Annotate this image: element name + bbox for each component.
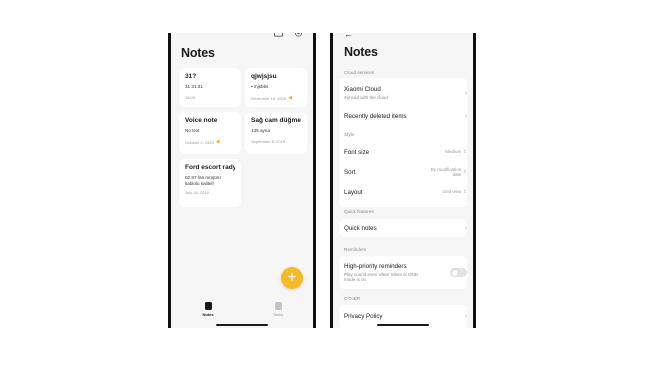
quick-notes-row[interactable]: Quick notes ›: [344, 222, 467, 234]
note-date-text: October 2, 2020: [185, 139, 214, 145]
note-date-text: December 19, 2020: [251, 95, 287, 101]
row-title: Privacy Policy: [344, 312, 383, 320]
tab-label: Tasks: [272, 312, 284, 317]
note-date: September 6, 2019: [251, 139, 301, 144]
bottom-tab-bar: Notes Tasks: [171, 302, 313, 322]
note-title: Voice note: [185, 117, 218, 124]
note-card[interactable]: Ford escort rady… 92 87 fan müşürü kablo…: [179, 159, 241, 207]
tab-notes[interactable]: Notes: [193, 302, 223, 317]
note-body: • mjsbbs: [251, 84, 269, 89]
tasks-tab-icon: [274, 302, 282, 310]
section-label-other: OTHER: [344, 296, 361, 301]
section-label-style: Style: [344, 132, 355, 137]
value-text: Grid view: [442, 189, 462, 195]
note-date: October 2, 2020 ◀: [185, 139, 235, 145]
top-action-icons: [274, 33, 303, 37]
note-body: 31 31 31: [185, 84, 203, 89]
row-title: Xiaomi Cloud: [344, 85, 381, 93]
row-title: High-priority reminders: [344, 262, 407, 270]
tab-tasks[interactable]: Tasks: [263, 302, 293, 317]
note-title: qjwjsjsu: [251, 73, 277, 80]
recently-deleted-row[interactable]: Recently deleted items ›: [344, 110, 467, 122]
high-priority-toggle[interactable]: [450, 268, 467, 277]
updown-arrow-icon: ⇕: [463, 189, 467, 195]
home-indicator: [377, 324, 429, 326]
note-title: 31?: [185, 73, 197, 80]
font-size-row[interactable]: Font size Medium ⇕: [344, 146, 467, 158]
settings-screen: ← Notes Cloud services Xiaomi Cloud Sync…: [330, 33, 476, 328]
chevron-right-icon: ›: [464, 89, 467, 97]
sort-row[interactable]: Sort By modification date ⇕: [344, 164, 467, 180]
value-text: Medium: [445, 149, 462, 155]
note-title: Sağ cam düğme…: [251, 117, 301, 124]
chevron-right-icon: ›: [464, 312, 467, 320]
note-card[interactable]: Sağ cam düğme… 135 ayna September 6, 201…: [245, 112, 307, 154]
section-label-quick: Quick features: [344, 209, 374, 214]
section-label-reminders: Reminders: [344, 247, 367, 252]
note-date-text: September 6, 2019: [251, 139, 286, 144]
layout-row[interactable]: Layout Grid view ⇕: [344, 186, 467, 198]
row-title: Quick notes: [344, 224, 377, 232]
note-date-text: 15:05: [185, 95, 196, 100]
toggle-knob: [451, 269, 458, 276]
note-date: December 19, 2020 ◀: [251, 95, 301, 101]
notes-list-screen: Notes 31? 31 31 31 15:05 Voice note No t…: [168, 33, 316, 328]
row-subtitle: mode is on: [344, 277, 367, 282]
sort-value: By modification date ⇕: [431, 167, 467, 178]
section-label-cloud: Cloud services: [344, 70, 375, 75]
updown-arrow-icon: ⇕: [463, 149, 467, 155]
note-date: 15:05: [185, 95, 235, 100]
row-title: Sort: [344, 168, 356, 176]
note-body: 135 ayna: [251, 128, 270, 133]
note-date-text: July 16, 2019: [185, 190, 209, 195]
row-title: Recently deleted items: [344, 112, 407, 120]
chevron-right-icon: ›: [464, 112, 467, 120]
notes-tab-icon: [204, 302, 212, 310]
note-card[interactable]: Voice note No text October 2, 2020 ◀: [179, 112, 241, 154]
note-title: Ford escort rady…: [185, 164, 235, 171]
high-priority-reminders-row: High-priority reminders Play sound even …: [344, 259, 467, 286]
updown-arrow-icon: ⇕: [463, 169, 467, 175]
value-text: date: [452, 172, 462, 177]
reminder-bell-icon: ◀: [215, 139, 220, 145]
note-card[interactable]: qjwjsjsu • mjsbbs December 19, 2020 ◀: [245, 68, 307, 107]
page-title: Notes: [344, 45, 378, 59]
layout-value: Grid view ⇕: [442, 189, 467, 195]
folder-icon[interactable]: [274, 33, 283, 37]
note-body: No text: [185, 128, 200, 133]
reminder-bell-icon: ◀: [288, 95, 292, 101]
font-size-value: Medium ⇕: [445, 149, 467, 155]
row-title: Font size: [344, 148, 370, 156]
home-indicator: [216, 324, 268, 326]
tab-label: Notes: [202, 312, 214, 317]
page-title: Notes: [181, 46, 215, 60]
note-date: July 16, 2019: [185, 190, 235, 195]
row-title: Layout: [344, 188, 363, 196]
settings-icon[interactable]: [294, 33, 303, 37]
back-arrow-icon[interactable]: ←: [344, 33, 353, 39]
chevron-right-icon: ›: [464, 224, 467, 232]
note-body: 92 87 fan müşürü kablolu kalitell: [185, 175, 221, 186]
privacy-policy-row[interactable]: Privacy Policy ›: [344, 310, 467, 322]
row-subtitle: Synced with the cloud: [344, 94, 388, 100]
note-card[interactable]: 31? 31 31 31 15:05: [179, 68, 241, 107]
add-note-button[interactable]: +: [281, 267, 303, 289]
xiaomi-cloud-row[interactable]: Xiaomi Cloud Synced with the cloud ›: [344, 81, 467, 105]
